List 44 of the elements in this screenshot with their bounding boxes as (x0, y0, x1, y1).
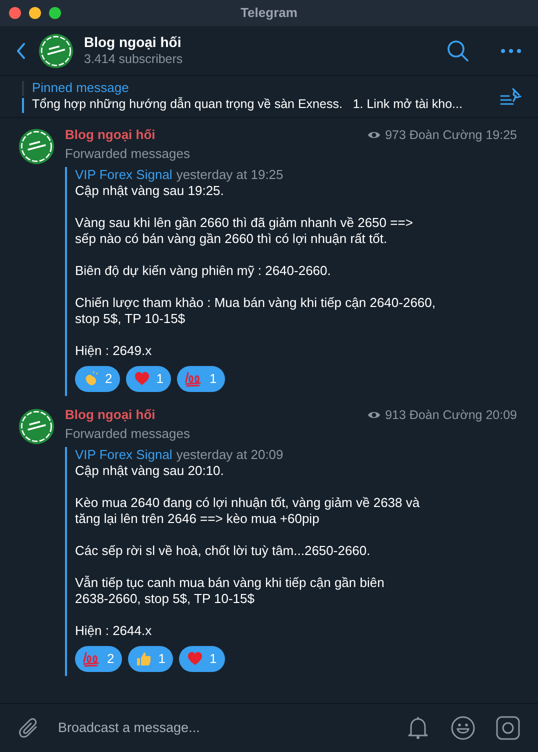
forward-time: yesterday at 19:25 (176, 166, 284, 183)
search-icon[interactable] (447, 40, 469, 62)
pinned-message[interactable]: Tổng hợp những hướng dẫn quan trọng về sàn Exness. 1. Link mở tài kho... (32, 96, 492, 113)
forwarded-label: Forwarded messages (65, 144, 191, 163)
forward-source[interactable]: VIP Forex Signal (75, 446, 172, 462)
emoji-icon[interactable] (451, 716, 475, 740)
channel-avatar[interactable] (38, 32, 74, 68)
forward-source[interactable]: VIP Forex Signal (75, 166, 172, 183)
video-message-icon[interactable] (496, 716, 520, 740)
message-text: Cập nhật vàng sau 19:25. Vàng sau khi lên gần 2660 thì đã giảm nhanh về 2650 ==> sếp nào có bán vàng gần 2660 thì có lợi nhuận rất tốt. Biên độ dự kiến vàng phiên mỹ : 2640-2660. Chiến lược tham khảo : Mua bán vàng khi tiếp cận 2640-2660, stop 5$, TP 10-15$ Hiện : 2649.x (75, 182, 437, 359)
pinned-list-icon[interactable] (500, 86, 522, 106)
hundred-points-icon (185, 370, 204, 387)
sender-name[interactable]: Blog ngoại hối (65, 126, 368, 144)
reaction-button[interactable]: 2 (75, 366, 120, 392)
heart-icon (187, 650, 204, 666)
more-icon[interactable] (501, 48, 521, 52)
hundred-points-icon (83, 650, 101, 666)
subscriber-count: 3.414 subscribers (84, 51, 184, 68)
channel-name[interactable]: Blog ngoại hối (84, 33, 447, 51)
message-text: Cập nhật vàng sau 20:10. Kèo mua 2640 đang có lợi nhuận tốt, vàng giảm về 2638 và tăng lại lên trên 2646 ==> kèo mua +60pip Các sếp rời sl về hoà, chốt lời tuỳ tâm...2650-2660. Vẫn tiếp tục canh mua bán vàng khi tiếp cận gần biên 2638-2660, stop 5$, TP 10-15$ Hiện : 2644.x (75, 462, 421, 638)
message-meta: 913 Đoàn Cường 20:09 (385, 406, 517, 424)
window-control[interactable] (29, 7, 41, 19)
message-input[interactable]: Broadcast a message... (58, 718, 397, 738)
window-title: Telegram (240, 4, 298, 22)
reaction-button[interactable]: 1 (177, 366, 225, 392)
channel-avatar[interactable] (18, 128, 55, 165)
reaction-button[interactable]: 1 (128, 646, 174, 672)
thumbs-up-icon (136, 650, 152, 666)
window-control[interactable] (9, 7, 21, 19)
sender-name[interactable]: Blog ngoại hối (65, 406, 368, 424)
bell-icon[interactable] (407, 716, 429, 740)
views-icon (367, 130, 382, 140)
forward-time: yesterday at 20:09 (176, 446, 284, 462)
heart-icon (134, 370, 150, 387)
views-icon (367, 410, 382, 420)
forwarded-label: Forwarded messages (65, 424, 191, 442)
pinned-label[interactable]: Pinned message (32, 80, 492, 96)
reaction-button[interactable]: 1 (126, 366, 172, 392)
window-control[interactable] (49, 7, 61, 19)
channel-avatar[interactable] (18, 408, 55, 445)
reaction-button[interactable]: 2 (75, 646, 122, 672)
back-icon[interactable] (16, 42, 26, 58)
reaction-button[interactable]: 1 (179, 646, 225, 672)
message-meta: 973 Đoàn Cường 19:25 (385, 127, 517, 144)
